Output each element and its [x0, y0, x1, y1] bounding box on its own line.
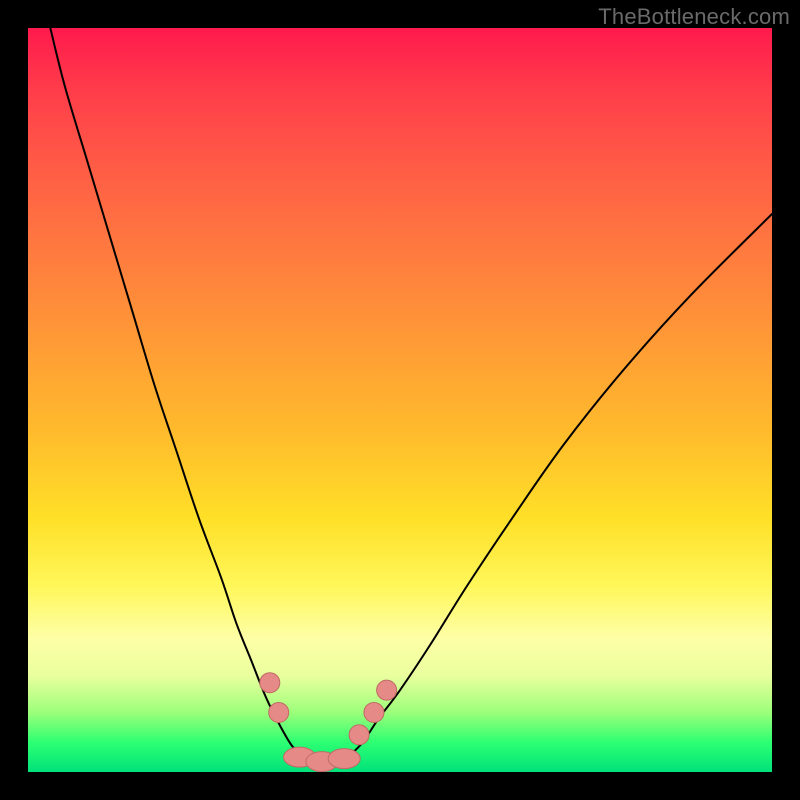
- chart-plot-area: [28, 28, 772, 772]
- marker-left-dot-upper: [260, 673, 280, 693]
- marker-left-dot-lower: [269, 702, 289, 722]
- chart-markers: [260, 673, 397, 772]
- series-right-curve: [348, 214, 772, 757]
- chart-frame: TheBottleneck.com: [0, 0, 800, 800]
- marker-right-dot-3: [377, 680, 397, 700]
- marker-valley-blob-r: [328, 749, 360, 769]
- chart-overlay: [28, 28, 772, 772]
- series-left-curve: [50, 28, 303, 757]
- marker-right-dot-2: [364, 702, 384, 722]
- marker-right-dot-1: [349, 725, 369, 745]
- watermark-label: TheBottleneck.com: [598, 4, 790, 30]
- chart-curves: [50, 28, 772, 761]
